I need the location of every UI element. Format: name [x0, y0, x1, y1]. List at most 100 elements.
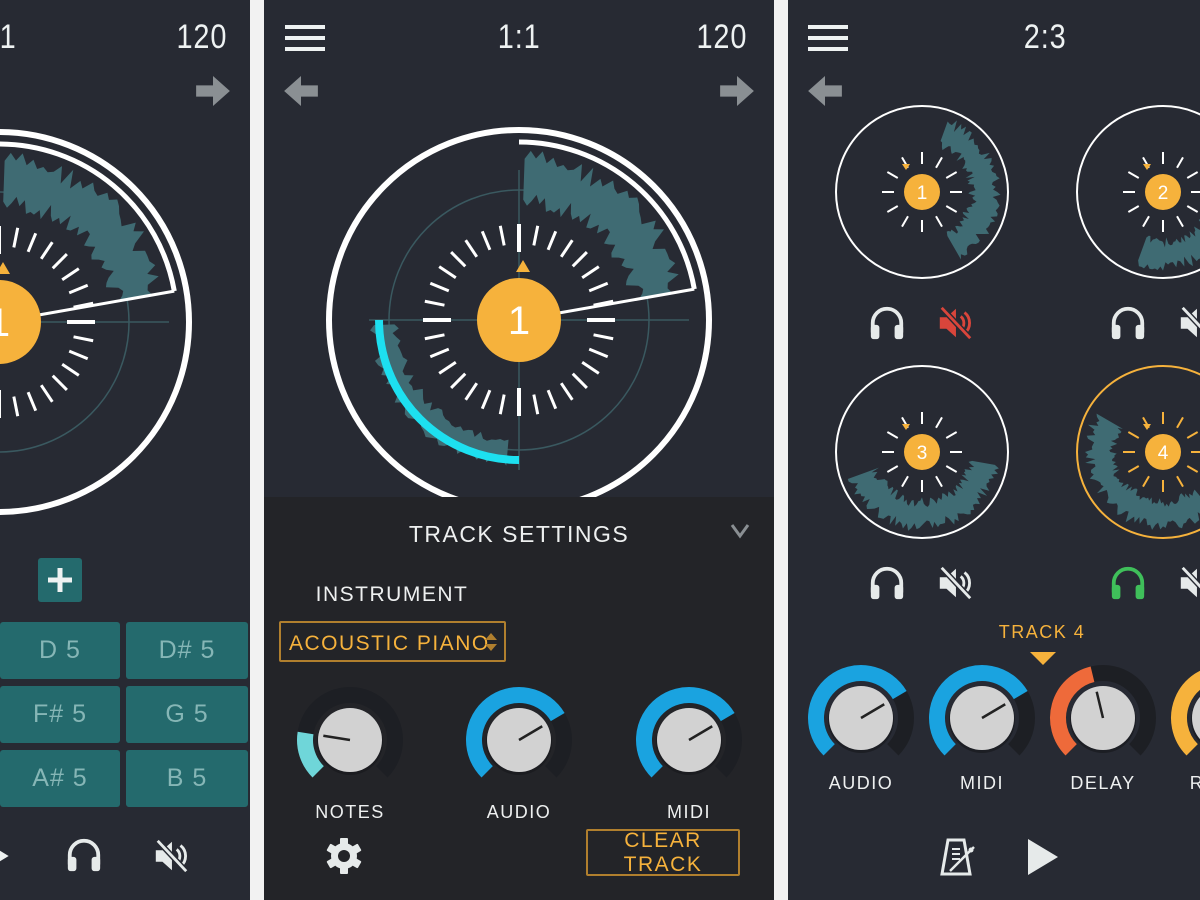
- beat-tick: [39, 384, 54, 403]
- mute-icon[interactable]: [1177, 304, 1200, 342]
- time-signature: 2:3: [1023, 18, 1067, 56]
- beat-tick: [438, 265, 457, 280]
- knob-label: NOTES: [315, 802, 385, 822]
- track-number: 1: [917, 183, 928, 204]
- beat-tick: [1176, 475, 1184, 488]
- beat-tick: [581, 360, 600, 375]
- headphones-icon[interactable]: [868, 564, 906, 602]
- metronome-icon[interactable]: [938, 837, 978, 877]
- gear-icon[interactable]: [324, 836, 364, 876]
- play-icon[interactable]: [0, 842, 12, 870]
- beat-tick: [1176, 215, 1184, 228]
- mute-icon[interactable]: [936, 304, 974, 342]
- tempo[interactable]: 120: [696, 18, 747, 57]
- beat-tick: [26, 232, 38, 253]
- beat-tick: [559, 239, 574, 258]
- waveform: [523, 150, 679, 299]
- beat-tick: [886, 205, 899, 213]
- beat-tick: [901, 215, 909, 228]
- beat-tick: [498, 394, 506, 415]
- beat-tick: [1127, 171, 1140, 179]
- beat-tick: [571, 251, 588, 268]
- beat-tick: [12, 227, 20, 248]
- waveform: [3, 152, 159, 301]
- menu-icon[interactable]: [285, 25, 325, 51]
- beat-tick: [559, 382, 574, 401]
- knob-label: AUDIO: [486, 802, 552, 822]
- beat-marker-icon: [516, 260, 530, 272]
- note-button[interactable]: B 5: [126, 750, 248, 807]
- beat-tick: [61, 267, 80, 282]
- beat-tick: [438, 360, 457, 375]
- beat-tick: [1127, 205, 1140, 213]
- beat-tick: [532, 225, 540, 246]
- knob-label: DELAY: [1070, 773, 1136, 793]
- track-dial[interactable]: 2: [1076, 105, 1200, 279]
- arrow-right-icon[interactable]: [196, 76, 230, 106]
- note-button[interactable]: D# 5: [126, 622, 248, 679]
- beat-tick: [532, 394, 540, 415]
- beat-marker-icon: [902, 424, 910, 430]
- track-number: 3: [917, 443, 928, 464]
- screen-track-settings: 1 1:1 120 TRACK SETTINGS INSTRUMENT ACOU…: [264, 0, 774, 900]
- knob-group: [297, 687, 742, 778]
- headphones-icon[interactable]: [1109, 304, 1147, 342]
- instrument-select[interactable]: ACOUSTIC PIANO: [279, 621, 506, 662]
- tempo[interactable]: 120: [176, 18, 227, 57]
- beat-tick: [26, 391, 38, 412]
- beat-tick: [61, 362, 80, 377]
- mute-icon[interactable]: [152, 837, 190, 875]
- beat-tick: [1142, 215, 1150, 228]
- select-arrows-icon: [485, 633, 497, 651]
- beat-tick: [935, 475, 943, 488]
- headphones-icon[interactable]: [65, 836, 103, 874]
- beat-tick: [429, 347, 450, 359]
- play-icon[interactable]: [1028, 839, 1058, 875]
- track-number: 2: [1158, 183, 1169, 204]
- arrow-left-icon[interactable]: [808, 76, 842, 106]
- note-button[interactable]: A# 5: [0, 750, 120, 807]
- beat-tick: [588, 281, 609, 293]
- mute-icon[interactable]: [1177, 564, 1200, 602]
- beat-tick: [901, 475, 909, 488]
- beat-tick: [1186, 205, 1199, 213]
- arrow-left-icon[interactable]: [284, 76, 318, 106]
- beat-tick: [945, 171, 958, 179]
- beat-tick: [945, 205, 958, 213]
- beat-tick: [886, 431, 899, 439]
- beat-tick: [935, 156, 943, 169]
- note-button[interactable]: F# 5: [0, 686, 120, 743]
- beat-tick: [480, 389, 492, 410]
- add-note-button[interactable]: [38, 558, 82, 602]
- beat-tick: [450, 372, 467, 389]
- knob-label: MIDI: [667, 802, 711, 822]
- headphones-icon[interactable]: [1109, 564, 1147, 602]
- beat-tick: [51, 374, 68, 391]
- beat-tick: [464, 239, 479, 258]
- beat-tick: [1176, 156, 1184, 169]
- clear-track-button[interactable]: CLEAR TRACK: [586, 829, 740, 876]
- time-signature: 1:1: [497, 18, 541, 56]
- beat-tick: [546, 389, 558, 410]
- headphones-icon[interactable]: [868, 304, 906, 342]
- note-button[interactable]: G 5: [126, 686, 248, 743]
- beat-tick: [480, 230, 492, 251]
- chevron-down-icon[interactable]: [730, 523, 750, 539]
- beat-tick: [429, 281, 450, 293]
- knob-level: [297, 731, 325, 778]
- beat-tick: [68, 283, 89, 295]
- menu-icon[interactable]: [808, 25, 848, 51]
- track-dial[interactable]: 4: [1076, 365, 1200, 539]
- beat-tick: [39, 241, 54, 260]
- add-icon: [48, 568, 72, 592]
- track-dial[interactable]: 3: [835, 365, 1009, 539]
- track-number: 4: [1158, 443, 1169, 464]
- beat-tick: [1127, 465, 1140, 473]
- note-button[interactable]: D 5: [0, 622, 120, 679]
- mute-icon[interactable]: [936, 564, 974, 602]
- beat-tick: [886, 465, 899, 473]
- track-settings-panel: TRACK SETTINGS INSTRUMENT ACOUSTIC PIANO…: [264, 497, 774, 900]
- arrow-right-icon[interactable]: [720, 76, 754, 106]
- beat-tick: [51, 253, 68, 270]
- track-dial[interactable]: 1: [835, 105, 1009, 279]
